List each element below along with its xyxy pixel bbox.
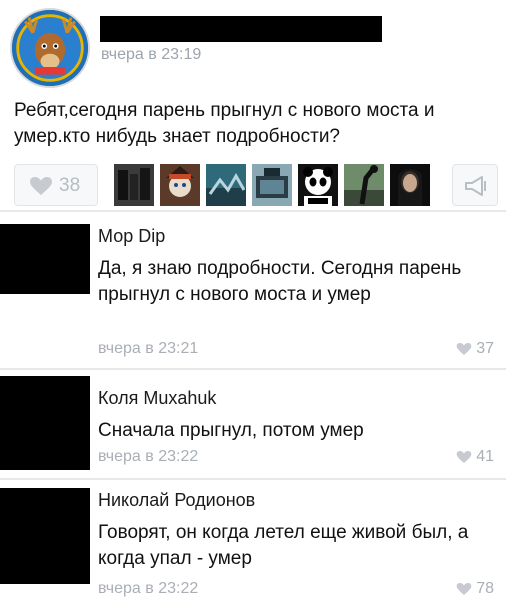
comment-like-button[interactable]: 41 xyxy=(456,448,494,466)
comment-text: Говорят, он когда летел еще живой был, а… xyxy=(98,522,469,569)
like-button[interactable]: 38 xyxy=(14,164,98,206)
comment-author[interactable]: Мор Dip xyxy=(98,226,165,247)
liker-avatar-7[interactable] xyxy=(390,164,430,206)
moose-logo-icon xyxy=(12,10,88,86)
liker-avatar-1[interactable] xyxy=(114,164,154,206)
megaphone-icon xyxy=(465,176,486,196)
comment-avatar-redacted[interactable] xyxy=(0,224,90,294)
author-name-redacted xyxy=(100,16,382,42)
group-avatar[interactable] xyxy=(10,8,90,88)
heart-icon xyxy=(456,583,472,595)
heart-icon xyxy=(456,343,472,355)
comment-avatar-redacted[interactable] xyxy=(0,488,90,584)
post: вчера в 23:19 Ребят,сегодня парень прыгн… xyxy=(0,0,506,210)
heart-icon xyxy=(456,451,472,463)
comment: Мор Dip Да, я знаю подробности. Сегодня … xyxy=(0,212,506,368)
post-timestamp: вчера в 23:19 xyxy=(101,46,202,63)
liker-avatar-3[interactable] xyxy=(206,164,246,206)
like-count: 38 xyxy=(59,175,81,196)
post-actions: 38 xyxy=(10,160,498,210)
comment-text: Да, я знаю подробности. Сегодня парень п… xyxy=(98,258,462,305)
post-text: Ребят,сегодня парень прыгнул с нового мо… xyxy=(14,100,435,147)
comment-timestamp: вчера в 23:22 xyxy=(98,448,199,465)
comment-like-button[interactable]: 37 xyxy=(456,340,494,358)
comment-like-count: 78 xyxy=(476,580,494,597)
liker-avatar-6[interactable] xyxy=(344,164,384,206)
share-button[interactable] xyxy=(452,164,498,206)
comment-timestamp: вчера в 23:21 xyxy=(98,340,199,357)
liker-avatar-5[interactable] xyxy=(298,164,338,206)
comment-avatar-redacted[interactable] xyxy=(0,376,90,470)
comment-timestamp: вчера в 23:22 xyxy=(98,580,199,597)
comment-author[interactable]: Николай Родионов xyxy=(98,490,255,511)
liker-avatar-4[interactable] xyxy=(252,164,292,206)
liker-avatar-2[interactable] xyxy=(160,164,200,206)
comment: Николай Родионов Говорят, он когда летел… xyxy=(0,480,506,604)
comment-author[interactable]: Коля Muxahuk xyxy=(98,388,216,409)
comment-like-button[interactable]: 78 xyxy=(456,580,494,598)
heart-icon xyxy=(30,177,52,195)
comment-like-count: 41 xyxy=(476,448,494,465)
comment-text: Сначала прыгнул, потом умер xyxy=(98,420,364,441)
comment-like-count: 37 xyxy=(476,340,494,357)
comment: Коля Muxahuk Сначала прыгнул, потом умер… xyxy=(0,370,506,478)
